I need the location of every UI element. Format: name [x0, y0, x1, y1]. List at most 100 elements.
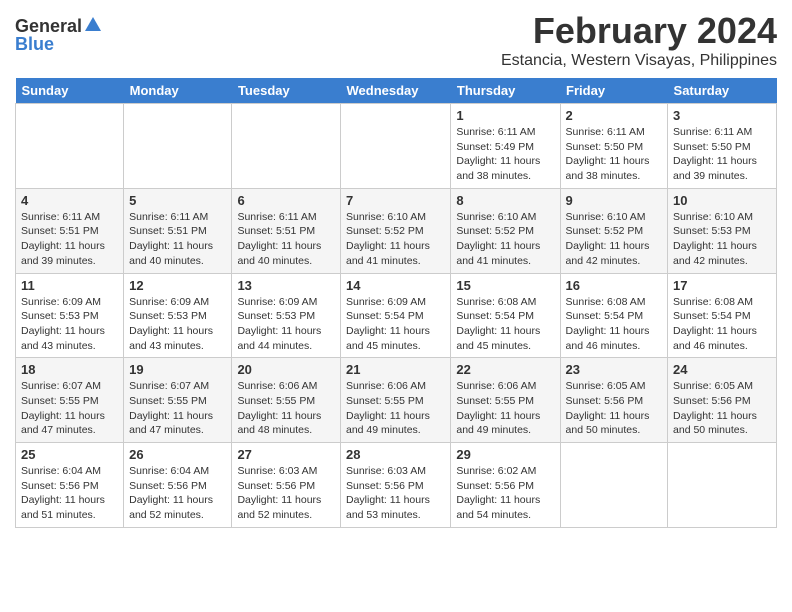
- calendar-week-row: 11 Sunrise: 6:09 AM Sunset: 5:53 PM Dayli…: [16, 273, 777, 358]
- day-number: 20: [237, 362, 335, 377]
- day-info: Sunrise: 6:09 AM Sunset: 5:53 PM Dayligh…: [237, 295, 335, 354]
- calendar-cell: 12 Sunrise: 6:09 AM Sunset: 5:53 PM Dayli…: [124, 273, 232, 358]
- calendar-week-row: 25 Sunrise: 6:04 AM Sunset: 5:56 PM Dayli…: [16, 443, 777, 528]
- calendar-cell: [560, 443, 667, 528]
- weekday-header-tuesday: Tuesday: [232, 78, 341, 104]
- day-number: 4: [21, 193, 118, 208]
- day-number: 26: [129, 447, 226, 462]
- day-number: 10: [673, 193, 771, 208]
- day-number: 24: [673, 362, 771, 377]
- calendar-cell: 20 Sunrise: 6:06 AM Sunset: 5:55 PM Dayli…: [232, 358, 341, 443]
- calendar-cell: [124, 104, 232, 189]
- day-info: Sunrise: 6:08 AM Sunset: 5:54 PM Dayligh…: [566, 295, 662, 354]
- weekday-header-monday: Monday: [124, 78, 232, 104]
- calendar-cell: 7 Sunrise: 6:10 AM Sunset: 5:52 PM Daylig…: [341, 188, 451, 273]
- day-number: 1: [456, 108, 554, 123]
- day-number: 6: [237, 193, 335, 208]
- calendar-table: SundayMondayTuesdayWednesdayThursdayFrid…: [15, 78, 777, 528]
- calendar-cell: 29 Sunrise: 6:02 AM Sunset: 5:56 PM Dayli…: [451, 443, 560, 528]
- calendar-cell: 2 Sunrise: 6:11 AM Sunset: 5:50 PM Daylig…: [560, 104, 667, 189]
- calendar-cell: 8 Sunrise: 6:10 AM Sunset: 5:52 PM Daylig…: [451, 188, 560, 273]
- day-number: 3: [673, 108, 771, 123]
- day-number: 27: [237, 447, 335, 462]
- day-number: 22: [456, 362, 554, 377]
- day-info: Sunrise: 6:11 AM Sunset: 5:49 PM Dayligh…: [456, 125, 554, 184]
- logo: General Blue: [15, 10, 104, 55]
- calendar-cell: 28Sunrise: 6:03 AM Sunset: 5:56 PM Dayli…: [341, 443, 451, 528]
- day-number: 25: [21, 447, 118, 462]
- calendar-week-row: 1 Sunrise: 6:11 AM Sunset: 5:49 PM Daylig…: [16, 104, 777, 189]
- calendar-cell: 15 Sunrise: 6:08 AM Sunset: 5:54 PM Dayli…: [451, 273, 560, 358]
- weekday-header-sunday: Sunday: [16, 78, 124, 104]
- day-info: Sunrise: 6:11 AM Sunset: 5:50 PM Dayligh…: [673, 125, 771, 184]
- day-number: 17: [673, 278, 771, 293]
- page-header: General Blue February 2024 Estancia, Wes…: [15, 10, 777, 70]
- day-info: Sunrise: 6:05 AM Sunset: 5:56 PM Dayligh…: [673, 379, 771, 438]
- calendar-cell: 5 Sunrise: 6:11 AM Sunset: 5:51 PM Daylig…: [124, 188, 232, 273]
- calendar-cell: 26 Sunrise: 6:04 AM Sunset: 5:56 PM Dayli…: [124, 443, 232, 528]
- calendar-cell: 10 Sunrise: 6:10 AM Sunset: 5:53 PM Dayli…: [668, 188, 777, 273]
- calendar-cell: 21 Sunrise: 6:06 AM Sunset: 5:55 PM Dayli…: [341, 358, 451, 443]
- day-info: Sunrise: 6:10 AM Sunset: 5:52 PM Dayligh…: [346, 210, 445, 269]
- day-info: Sunrise: 6:10 AM Sunset: 5:52 PM Dayligh…: [456, 210, 554, 269]
- day-number: 8: [456, 193, 554, 208]
- calendar-week-row: 18 Sunrise: 6:07 AM Sunset: 5:55 PM Dayli…: [16, 358, 777, 443]
- day-number: 11: [21, 278, 118, 293]
- calendar-cell: 23Sunrise: 6:05 AM Sunset: 5:56 PM Dayli…: [560, 358, 667, 443]
- day-number: 15: [456, 278, 554, 293]
- weekday-header-friday: Friday: [560, 78, 667, 104]
- calendar-cell: 24 Sunrise: 6:05 AM Sunset: 5:56 PM Dayli…: [668, 358, 777, 443]
- day-number: 29: [456, 447, 554, 462]
- day-info: Sunrise: 6:09 AM Sunset: 5:53 PM Dayligh…: [129, 295, 226, 354]
- day-number: 19: [129, 362, 226, 377]
- calendar-cell: 22 Sunrise: 6:06 AM Sunset: 5:55 PM Dayli…: [451, 358, 560, 443]
- day-number: 14: [346, 278, 445, 293]
- calendar-cell: [232, 104, 341, 189]
- calendar-cell: 9Sunrise: 6:10 AM Sunset: 5:52 PM Daylig…: [560, 188, 667, 273]
- calendar-cell: 11Sunrise: 6:09 AM Sunset: 5:53 PM Dayli…: [16, 273, 124, 358]
- calendar-cell: 19 Sunrise: 6:07 AM Sunset: 5:55 PM Dayli…: [124, 358, 232, 443]
- day-info: Sunrise: 6:11 AM Sunset: 5:51 PM Dayligh…: [237, 210, 335, 269]
- day-info: Sunrise: 6:11 AM Sunset: 5:51 PM Dayligh…: [129, 210, 226, 269]
- logo-blue-text: Blue: [15, 34, 54, 55]
- calendar-cell: 4 Sunrise: 6:11 AM Sunset: 5:51 PM Daylig…: [16, 188, 124, 273]
- day-number: 12: [129, 278, 226, 293]
- day-info: Sunrise: 6:08 AM Sunset: 5:54 PM Dayligh…: [673, 295, 771, 354]
- day-info: Sunrise: 6:06 AM Sunset: 5:55 PM Dayligh…: [456, 379, 554, 438]
- day-info: Sunrise: 6:03 AM Sunset: 5:56 PM Dayligh…: [237, 464, 335, 523]
- calendar-cell: 13Sunrise: 6:09 AM Sunset: 5:53 PM Dayli…: [232, 273, 341, 358]
- day-info: Sunrise: 6:10 AM Sunset: 5:53 PM Dayligh…: [673, 210, 771, 269]
- day-info: Sunrise: 6:06 AM Sunset: 5:55 PM Dayligh…: [346, 379, 445, 438]
- day-info: Sunrise: 6:06 AM Sunset: 5:55 PM Dayligh…: [237, 379, 335, 438]
- calendar-cell: 17 Sunrise: 6:08 AM Sunset: 5:54 PM Dayli…: [668, 273, 777, 358]
- day-info: Sunrise: 6:02 AM Sunset: 5:56 PM Dayligh…: [456, 464, 554, 523]
- weekday-header-wednesday: Wednesday: [341, 78, 451, 104]
- day-info: Sunrise: 6:07 AM Sunset: 5:55 PM Dayligh…: [129, 379, 226, 438]
- day-info: Sunrise: 6:08 AM Sunset: 5:54 PM Dayligh…: [456, 295, 554, 354]
- day-info: Sunrise: 6:11 AM Sunset: 5:51 PM Dayligh…: [21, 210, 118, 269]
- calendar-cell: [341, 104, 451, 189]
- weekday-header-thursday: Thursday: [451, 78, 560, 104]
- calendar-cell: 18 Sunrise: 6:07 AM Sunset: 5:55 PM Dayli…: [16, 358, 124, 443]
- day-info: Sunrise: 6:07 AM Sunset: 5:55 PM Dayligh…: [21, 379, 118, 438]
- day-number: 28: [346, 447, 445, 462]
- day-number: 18: [21, 362, 118, 377]
- calendar-cell: 25Sunrise: 6:04 AM Sunset: 5:56 PM Dayli…: [16, 443, 124, 528]
- day-info: Sunrise: 6:11 AM Sunset: 5:50 PM Dayligh…: [566, 125, 662, 184]
- day-number: 2: [566, 108, 662, 123]
- logo-triangle-icon: [84, 15, 102, 38]
- calendar-cell: [668, 443, 777, 528]
- calendar-cell: 3 Sunrise: 6:11 AM Sunset: 5:50 PM Daylig…: [668, 104, 777, 189]
- day-number: 21: [346, 362, 445, 377]
- calendar-cell: [16, 104, 124, 189]
- day-number: 7: [346, 193, 445, 208]
- calendar-cell: 14Sunrise: 6:09 AM Sunset: 5:54 PM Dayli…: [341, 273, 451, 358]
- calendar-week-row: 4 Sunrise: 6:11 AM Sunset: 5:51 PM Daylig…: [16, 188, 777, 273]
- title-section: February 2024 Estancia, Western Visayas,…: [501, 10, 777, 70]
- calendar-cell: 6 Sunrise: 6:11 AM Sunset: 5:51 PM Daylig…: [232, 188, 341, 273]
- day-number: 5: [129, 193, 226, 208]
- day-number: 16: [566, 278, 662, 293]
- day-info: Sunrise: 6:04 AM Sunset: 5:56 PM Dayligh…: [129, 464, 226, 523]
- calendar-cell: 16 Sunrise: 6:08 AM Sunset: 5:54 PM Dayli…: [560, 273, 667, 358]
- weekday-header-row: SundayMondayTuesdayWednesdayThursdayFrid…: [16, 78, 777, 104]
